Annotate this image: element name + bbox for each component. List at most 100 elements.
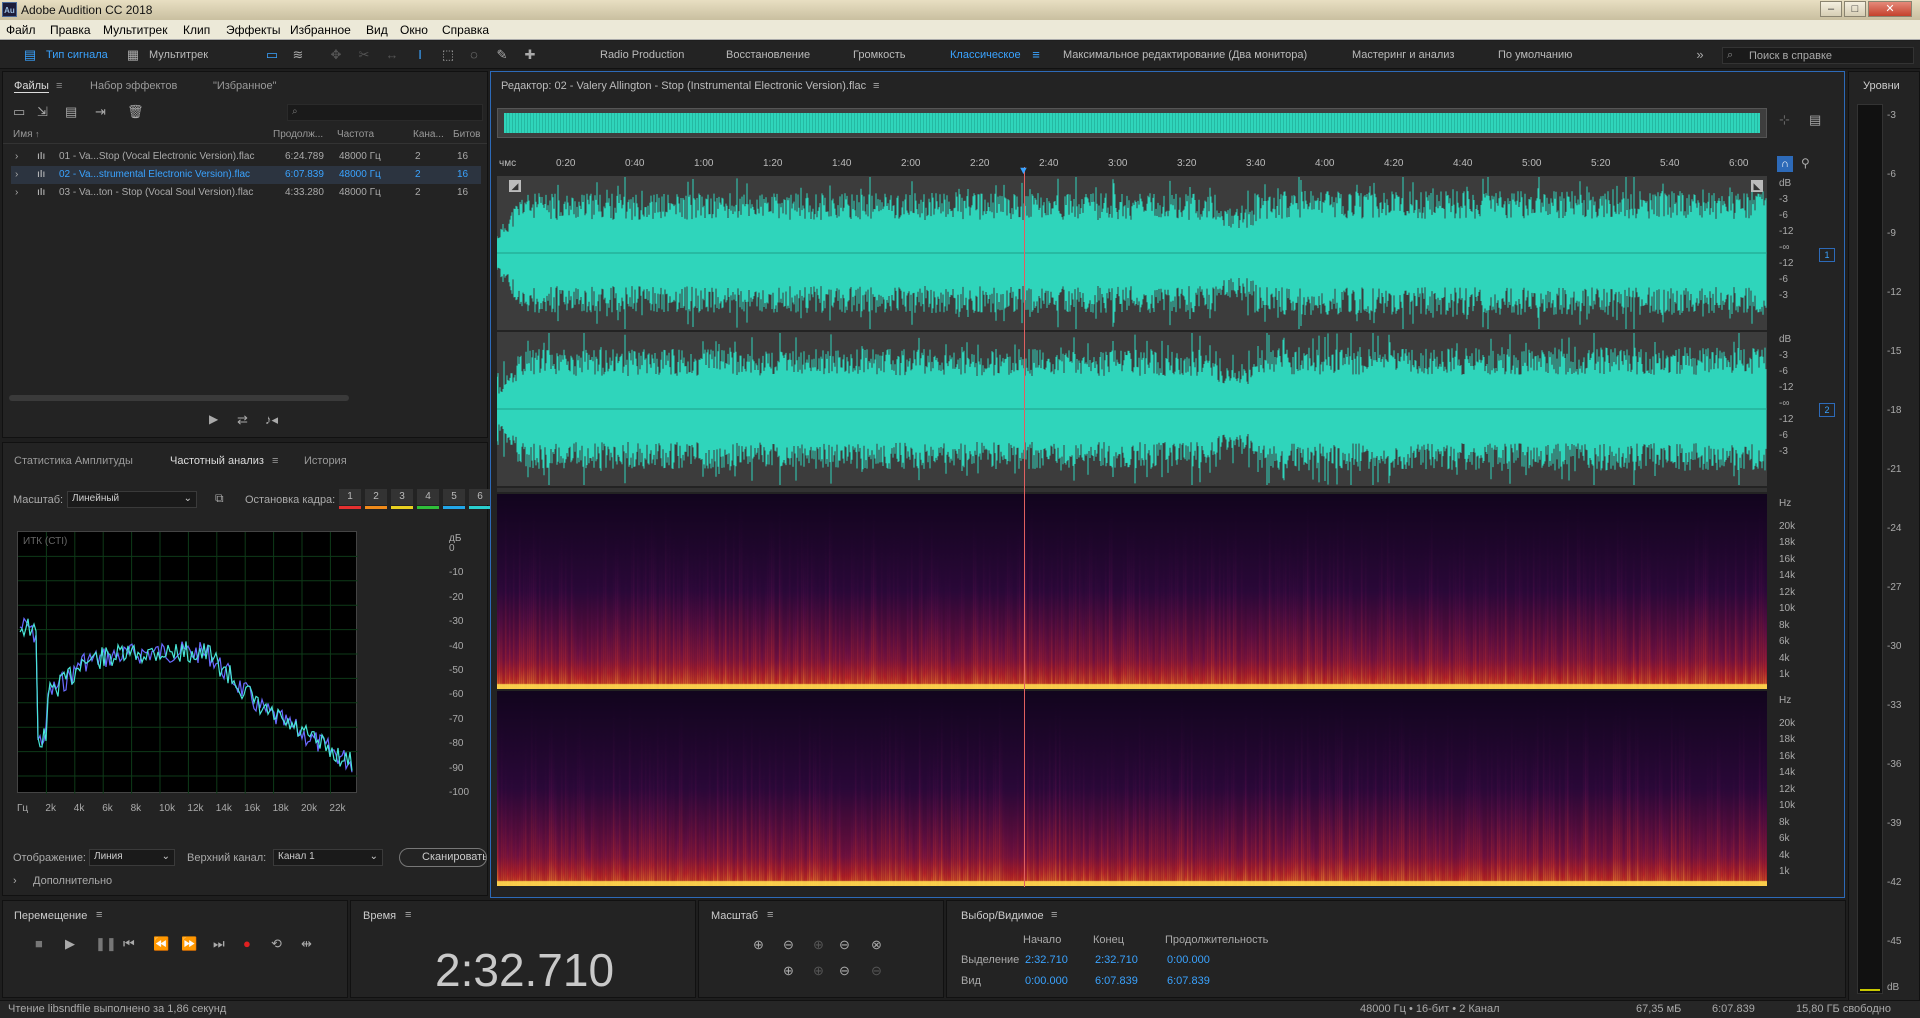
move-tool-icon[interactable]: ✥ (328, 47, 344, 63)
pause-icon[interactable]: ❚❚ (95, 936, 117, 952)
import-file-icon[interactable]: ⇲ (37, 104, 48, 120)
open-file-icon[interactable]: ▭ (13, 104, 25, 120)
snapshot-icon[interactable]: ⧉ (215, 491, 224, 506)
slip-tool-icon[interactable]: ↔ (384, 47, 400, 63)
spectrogram-channel-2[interactable] (497, 691, 1767, 886)
marquee-tool-icon[interactable]: ⬚ (440, 47, 456, 63)
workspace-restoration[interactable]: Восстановление (726, 46, 810, 64)
view-start-input[interactable]: 0:00.000 (1025, 975, 1068, 987)
menu-effects[interactable]: Эффекты (226, 23, 281, 37)
waveform-view-button[interactable]: Тип сигнала (46, 46, 108, 64)
tab-frequency-analysis[interactable]: Частотный анализ (170, 455, 264, 467)
close-button[interactable]: ✕ (1868, 1, 1912, 17)
selection-end-input[interactable]: 2:32.710 (1095, 954, 1138, 966)
fade-out-handle-icon[interactable]: ◣ (1751, 180, 1763, 192)
scan-button[interactable]: Сканировать (399, 848, 487, 867)
time-selection-tool-icon[interactable]: I (412, 47, 428, 63)
minimize-button[interactable]: – (1820, 1, 1842, 17)
menu-window[interactable]: Окно (400, 23, 428, 37)
menu-clip[interactable]: Клип (183, 23, 210, 37)
delete-file-icon[interactable]: 🗑 (127, 104, 144, 120)
workspace-default[interactable]: По умолчанию (1498, 46, 1572, 64)
editor-menu-icon[interactable]: ≡ (873, 80, 879, 92)
preview-play-icon[interactable]: ▶ (209, 412, 218, 426)
analysis-menu-icon[interactable]: ≡ (272, 455, 278, 467)
tab-history[interactable]: История (304, 455, 347, 467)
view-duration-input[interactable]: 6:07.839 (1167, 975, 1210, 987)
zoom-crosshair-icon[interactable]: ⊹ (1779, 112, 1790, 128)
record-icon[interactable]: ● (243, 936, 251, 951)
freeze-frame-button[interactable]: 1 (339, 489, 361, 505)
files-scrollbar[interactable] (9, 395, 349, 401)
expand-icon[interactable]: › (15, 151, 18, 162)
time-ruler[interactable]: чмс 0:20 0:40 1:00 1:20 1:40 2:00 2:20 2:40 3:00… (497, 154, 1767, 174)
zoom-menu-icon[interactable]: ≡ (767, 909, 773, 921)
freeze-frame-button[interactable]: 2 (365, 489, 387, 505)
razor-tool-icon[interactable]: ✂ (356, 47, 372, 63)
workspace-mastering[interactable]: Мастеринг и анализ (1352, 46, 1454, 64)
channel-select[interactable]: Канал 1 ⌄ (273, 849, 383, 866)
file-row[interactable]: › ıIı 01 - Va...Stop (Vocal Electronic V… (11, 148, 481, 166)
new-file-icon[interactable]: ▤ (65, 104, 77, 120)
display-select[interactable]: Линия ⌄ (89, 849, 175, 866)
scale-select[interactable]: Линейный ⌄ (67, 491, 197, 508)
playhead[interactable]: ▼ (1018, 165, 1029, 887)
advanced-toggle[interactable]: Дополнительно (33, 875, 112, 887)
selection-duration-input[interactable]: 0:00.000 (1167, 954, 1210, 966)
waveform-channel-2[interactable] (497, 332, 1767, 486)
fast-forward-icon[interactable]: ⏩ (181, 936, 197, 952)
stop-icon[interactable]: ■ (35, 936, 43, 951)
more-workspaces-icon[interactable]: » (1692, 47, 1708, 63)
overview-menu-icon[interactable]: ▤ (1809, 112, 1821, 128)
loop-icon[interactable]: ⟲ (271, 936, 282, 952)
waveform-channel-1[interactable]: ◢ ◣ (497, 176, 1767, 330)
view-divider[interactable] (497, 488, 1767, 492)
files-menu-icon[interactable]: ≡ (56, 80, 62, 92)
col-channels[interactable]: Кана... (413, 129, 444, 140)
workspace-menu-icon[interactable]: ≡ (1028, 47, 1044, 63)
freeze-frame-button[interactable]: 5 (443, 489, 465, 505)
zoom-out-point-icon[interactable]: ⊖ (839, 963, 850, 979)
file-row[interactable]: › ıIı 03 - Va...ton - Stop (Vocal Soul V… (11, 184, 481, 202)
menu-file[interactable]: Файл (6, 23, 36, 37)
time-menu-icon[interactable]: ≡ (405, 909, 411, 921)
multitrack-button[interactable]: Мультитрек (149, 46, 208, 64)
tab-effects-rack[interactable]: Набор эффектов (90, 80, 177, 92)
channel-2-badge[interactable]: 2 (1819, 403, 1835, 417)
zoom-out-full-icon[interactable]: ⊗ (871, 937, 882, 953)
zoom-out-time-icon[interactable]: ⊖ (839, 937, 850, 953)
menu-view[interactable]: Вид (366, 23, 388, 37)
brush-tool-icon[interactable]: ✎ (494, 47, 510, 63)
workspace-radio-production[interactable]: Radio Production (600, 46, 684, 64)
auto-play-icon[interactable]: ♪◂ (265, 412, 278, 428)
zoom-reset-icon[interactable]: ⊖ (871, 963, 882, 979)
freeze-frame-button[interactable]: 6 (469, 489, 491, 505)
files-search-input[interactable]: ⌕ (287, 104, 483, 121)
spot-healing-icon[interactable]: ✚ (522, 47, 538, 63)
preview-loop-icon[interactable]: ⇄ (237, 412, 248, 428)
zoom-in-amplitude-icon[interactable]: ⊕ (753, 937, 764, 953)
col-duration[interactable]: Продолж... (273, 129, 323, 140)
tab-amplitude-statistics[interactable]: Статистика Амплитуды (14, 455, 133, 467)
zoom-in-point-icon[interactable]: ⊕ (813, 963, 824, 979)
zoom-out-amplitude-icon[interactable]: ⊖ (783, 937, 794, 953)
menu-multitrack[interactable]: Мультитрек (103, 23, 167, 37)
marker-pin-icon[interactable]: ⚲ (1801, 156, 1810, 170)
snap-icon[interactable]: ∩ (1777, 156, 1793, 172)
play-icon[interactable]: ▶ (65, 936, 75, 952)
workspace-max-edit[interactable]: Максимальное редактирование (Два монитор… (1063, 46, 1307, 64)
tab-files[interactable]: Файлы (14, 80, 49, 93)
skip-selection-icon[interactable]: ⇹ (301, 936, 312, 952)
view-end-input[interactable]: 6:07.839 (1095, 975, 1138, 987)
expand-icon[interactable]: › (15, 169, 18, 180)
col-rate[interactable]: Частота (337, 129, 374, 140)
playhead-marker-icon[interactable]: ▼ (1018, 165, 1029, 177)
selection-menu-icon[interactable]: ≡ (1051, 909, 1057, 921)
lasso-tool-icon[interactable]: ◌ (466, 47, 482, 63)
help-search-box[interactable]: ⌕ Поиск в справке (1722, 47, 1914, 64)
maximize-button[interactable]: □ (1844, 1, 1866, 17)
waveform-display-icon[interactable]: ▭ (264, 47, 280, 63)
zoom-in-time-icon[interactable]: ⊕ (813, 937, 824, 953)
freeze-frame-button[interactable]: 3 (391, 489, 413, 505)
file-row[interactable]: › ıIı 02 - Va...strumental Electronic Ve… (11, 166, 481, 184)
